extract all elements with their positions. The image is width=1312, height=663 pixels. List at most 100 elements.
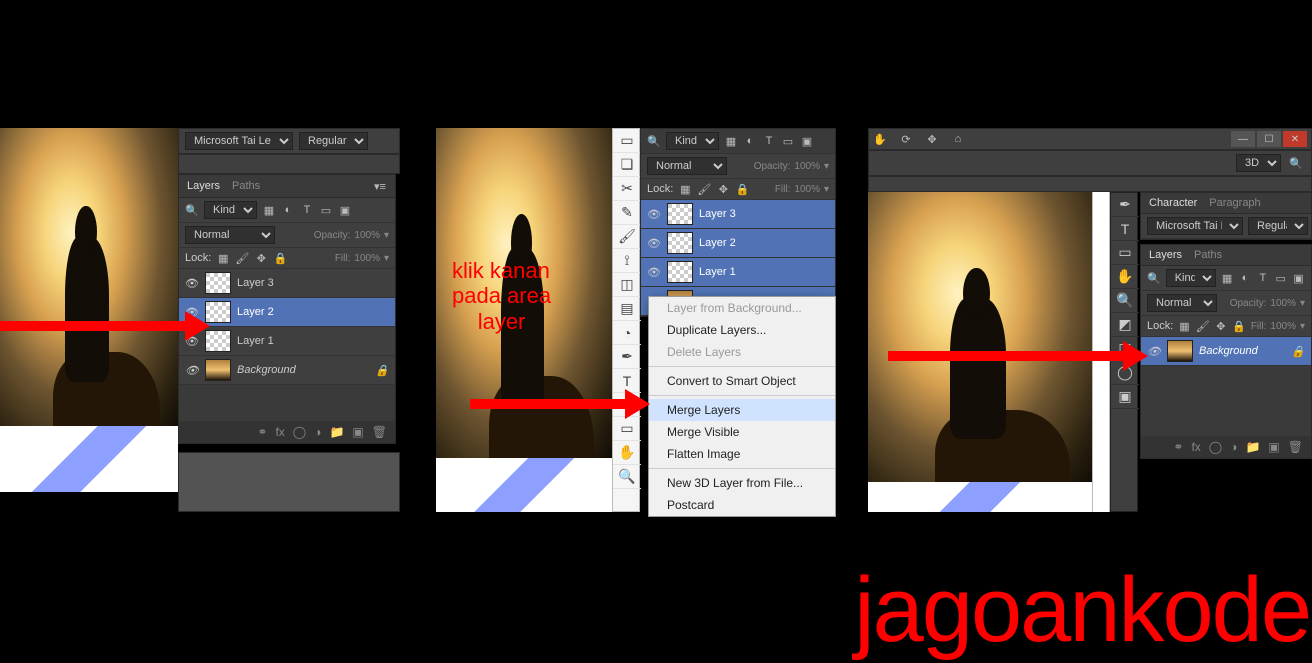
eraser-tool-icon[interactable]: ◫ xyxy=(613,273,641,297)
lock-all-icon[interactable]: 🔒 xyxy=(273,251,287,265)
filter-smart-icon[interactable]: ▣ xyxy=(1292,271,1305,285)
menu-new-3d-layer[interactable]: New 3D Layer from File... xyxy=(649,472,835,494)
filter-pixel-icon[interactable]: ▦ xyxy=(724,134,738,148)
eyedropper-tool-icon[interactable]: ✎ xyxy=(613,201,641,225)
layer-item-background[interactable]: 👁 Background 🔒 xyxy=(179,356,395,385)
close-button[interactable]: ✕ xyxy=(1283,131,1307,147)
fill-value[interactable]: 100% xyxy=(1270,321,1296,332)
move-icon[interactable]: ✥ xyxy=(925,132,939,146)
lock-move-icon[interactable]: ✥ xyxy=(1215,319,1227,333)
filter-type-icon[interactable]: T xyxy=(762,134,776,148)
fill-value[interactable]: 100% xyxy=(794,184,820,195)
gradient-tool-icon[interactable]: ▤ xyxy=(613,297,641,321)
link-icon[interactable]: ⚭ xyxy=(257,425,267,439)
opacity-value[interactable]: 100% xyxy=(354,230,380,241)
layer-item[interactable]: 👁 Layer 2 xyxy=(179,298,395,327)
pen-tool-icon[interactable]: ✒ xyxy=(1111,193,1139,217)
rotate-view-icon[interactable]: ⟳ xyxy=(899,132,913,146)
layer-item[interactable]: 👁 Layer 1 xyxy=(179,327,395,356)
lock-all-icon[interactable]: 🔒 xyxy=(1232,319,1246,333)
layer-filter-select[interactable]: Kind xyxy=(1166,269,1216,287)
layer-name[interactable]: Layer 3 xyxy=(699,208,736,220)
layer-filter-select[interactable]: Kind xyxy=(666,132,719,150)
lock-brush-icon[interactable]: 🖌 xyxy=(697,182,711,196)
blend-mode-select[interactable]: Normal xyxy=(1147,294,1217,312)
opacity-value[interactable]: 100% xyxy=(794,161,820,172)
new-layer-icon[interactable]: ▣ xyxy=(352,425,363,439)
layer-name[interactable]: Layer 2 xyxy=(699,237,736,249)
lock-brush-icon[interactable]: 🖌 xyxy=(235,251,249,265)
filter-shape-icon[interactable]: ▭ xyxy=(319,203,333,217)
trash-icon[interactable]: 🗑 xyxy=(1288,440,1303,454)
link-icon[interactable]: ⚭ xyxy=(1173,440,1183,454)
tab-layers[interactable]: Layers xyxy=(1149,249,1182,261)
type-tool-icon[interactable]: T xyxy=(1111,217,1139,241)
lock-move-icon[interactable]: ✥ xyxy=(716,182,730,196)
layer-item-background[interactable]: 👁 Background 🔒 xyxy=(1141,337,1311,366)
lock-brush-icon[interactable]: 🖌 xyxy=(1196,319,1210,333)
hand-tool-icon[interactable]: ✋ xyxy=(613,441,641,465)
layer-filter-select[interactable]: Kind xyxy=(204,201,257,219)
visibility-toggle-icon[interactable]: 👁 xyxy=(1147,345,1161,358)
tab-paths[interactable]: Paths xyxy=(232,180,260,192)
layer-name[interactable]: Background xyxy=(237,364,296,376)
layer-name[interactable]: Layer 1 xyxy=(699,266,736,278)
chevron-down-icon[interactable]: ▾ xyxy=(384,230,389,241)
layer-item[interactable]: 👁 Layer 2 xyxy=(641,229,835,258)
filter-adjust-icon[interactable]: ◐ xyxy=(743,134,757,148)
layer-item[interactable]: 👁 Layer 1 xyxy=(641,258,835,287)
shape-tool-icon[interactable]: ▭ xyxy=(613,417,641,441)
visibility-toggle-icon[interactable]: 👁 xyxy=(185,364,199,377)
menu-postcard[interactable]: Postcard xyxy=(649,494,835,516)
menu-merge-layers[interactable]: Merge Layers xyxy=(649,399,835,421)
blur-tool-icon[interactable]: ◔ xyxy=(613,321,641,345)
tab-layers[interactable]: Layers xyxy=(187,180,220,192)
fx-icon[interactable]: fx xyxy=(275,425,284,439)
crop-tool-icon[interactable]: ✂ xyxy=(613,177,641,201)
layer-name[interactable]: Layer 2 xyxy=(237,306,274,318)
visibility-toggle-icon[interactable]: 👁 xyxy=(647,208,661,221)
filter-pixel-icon[interactable]: ▦ xyxy=(1221,271,1234,285)
fill-value[interactable]: 100% xyxy=(354,253,380,264)
filter-type-icon[interactable]: T xyxy=(300,203,314,217)
font-style-select[interactable]: Regular xyxy=(1248,217,1308,235)
group-icon[interactable]: 📁 xyxy=(329,425,344,439)
layer-name[interactable]: Layer 3 xyxy=(237,277,274,289)
mask-icon[interactable]: ◯ xyxy=(1209,440,1222,454)
blend-mode-select[interactable]: Normal xyxy=(647,157,727,175)
hand-tool-icon[interactable]: ✋ xyxy=(1111,265,1139,289)
menu-duplicate-layers[interactable]: Duplicate Layers... xyxy=(649,319,835,341)
panel-menu-icon[interactable]: ▾≡ xyxy=(373,179,387,193)
minimize-button[interactable]: — xyxy=(1231,131,1255,147)
trash-icon[interactable]: 🗑 xyxy=(372,425,387,439)
filter-pixel-icon[interactable]: ▦ xyxy=(262,203,276,217)
lock-all-icon[interactable]: 🔒 xyxy=(735,182,749,196)
new-layer-icon[interactable]: ▣ xyxy=(1268,440,1279,454)
font-family-select[interactable]: Microsoft Tai Le xyxy=(1147,217,1243,235)
font-style-select[interactable]: Regular xyxy=(299,132,368,150)
menu-flatten-image[interactable]: Flatten Image xyxy=(649,443,835,465)
filter-shape-icon[interactable]: ▭ xyxy=(1274,271,1287,285)
filter-smart-icon[interactable]: ▣ xyxy=(338,203,352,217)
zoom-tool-icon[interactable]: 🔍 xyxy=(1111,289,1139,313)
color-swatch-icon[interactable]: ◩ xyxy=(1111,313,1139,337)
brush-tool-icon[interactable]: 🖌 xyxy=(613,225,641,249)
lock-transparent-icon[interactable]: ▦ xyxy=(678,182,692,196)
home-icon[interactable]: ⌂ xyxy=(951,132,965,146)
font-family-select[interactable]: Microsoft Tai Le xyxy=(185,132,293,150)
filter-type-icon[interactable]: T xyxy=(1256,271,1269,285)
group-icon[interactable]: 📁 xyxy=(1245,440,1260,454)
maximize-button[interactable]: ☐ xyxy=(1257,131,1281,147)
adjustment-icon[interactable]: ◑ xyxy=(1230,440,1237,454)
fx-icon[interactable]: fx xyxy=(1191,440,1200,454)
filter-adjust-icon[interactable]: ◐ xyxy=(281,203,295,217)
chevron-down-icon[interactable]: ▾ xyxy=(384,253,389,264)
lasso-tool-icon[interactable]: ❏ xyxy=(613,153,641,177)
blend-mode-select[interactable]: Normal xyxy=(185,226,275,244)
clone-tool-icon[interactable]: ⟟ xyxy=(613,249,641,273)
tab-paths[interactable]: Paths xyxy=(1194,249,1222,261)
lock-transparent-icon[interactable]: ▦ xyxy=(216,251,230,265)
filter-smart-icon[interactable]: ▣ xyxy=(800,134,814,148)
hand-tool-icon[interactable]: ✋ xyxy=(873,132,887,146)
menu-merge-visible[interactable]: Merge Visible xyxy=(649,421,835,443)
